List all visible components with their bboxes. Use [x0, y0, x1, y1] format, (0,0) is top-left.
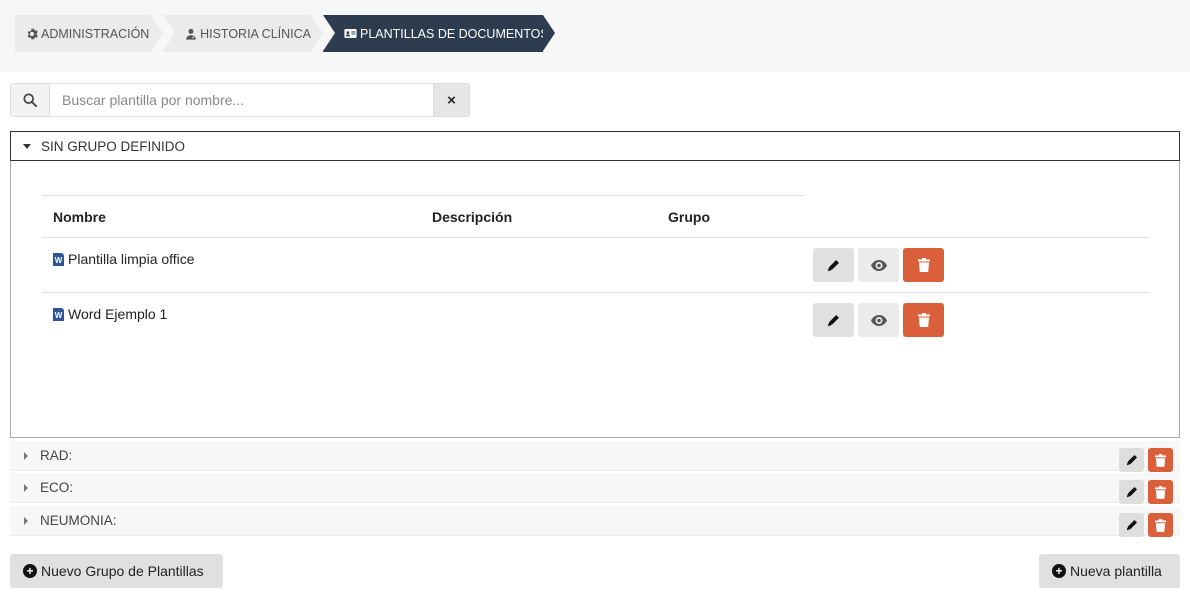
column-header-nombre: Nombre: [53, 209, 106, 225]
search-input[interactable]: [50, 84, 433, 116]
trash-icon: [1155, 453, 1166, 467]
new-group-button[interactable]: + Nuevo Grupo de Plantillas: [10, 554, 223, 588]
delete-group-button[interactable]: [1148, 513, 1173, 537]
delete-group-button[interactable]: [1148, 480, 1173, 504]
group-label: NEUMONIA:: [40, 513, 117, 528]
column-header-descripcion: Descripción: [432, 209, 513, 225]
pencil-icon: [827, 259, 839, 271]
trash-icon: [917, 258, 930, 272]
breadcrumb-plantillas-documentos[interactable]: PLANTILLAS DE DOCUMENTOS: [323, 15, 555, 52]
gear-icon: [25, 27, 38, 40]
group-label: RAD:: [40, 448, 73, 463]
group-title: SIN GRUPO DEFINIDO: [41, 138, 186, 154]
new-template-button[interactable]: + Nueva plantilla: [1039, 554, 1180, 588]
view-template-button[interactable]: [858, 248, 899, 282]
edit-group-button[interactable]: [1119, 448, 1144, 472]
edit-group-button[interactable]: [1119, 513, 1144, 537]
search-bar: ×: [10, 83, 470, 117]
eye-icon: [870, 259, 887, 271]
template-name: Plantilla limpia office: [68, 251, 195, 267]
edit-template-button[interactable]: [813, 303, 854, 337]
template-name: Word Ejemplo 1: [68, 306, 168, 322]
caret-down-icon: [23, 143, 31, 149]
pencil-icon: [1126, 519, 1137, 531]
table-row: W Word Ejemplo 1: [53, 306, 167, 322]
group-row-rad[interactable]: RAD:: [10, 441, 1180, 471]
top-bar: ADMINISTRACIÓN HISTORIA CLÍNICA PLANTILL…: [0, 0, 1190, 72]
trash-icon: [917, 313, 930, 327]
view-template-button[interactable]: [858, 303, 899, 337]
row-divider: [42, 237, 1149, 238]
caret-right-icon: [24, 516, 28, 525]
breadcrumb-administracion[interactable]: ADMINISTRACIÓN: [15, 15, 163, 52]
edit-group-button[interactable]: [1119, 480, 1144, 504]
pencil-icon: [1126, 486, 1137, 498]
clear-search-button[interactable]: ×: [433, 84, 469, 116]
trash-icon: [1155, 518, 1166, 532]
breadcrumb-historia-clinica[interactable]: HISTORIA CLÍNICA: [163, 15, 323, 52]
breadcrumb-label: ADMINISTRACIÓN: [41, 26, 150, 41]
search-icon[interactable]: [11, 84, 50, 116]
new-group-label: Nuevo Grupo de Plantillas: [41, 563, 204, 579]
column-header-grupo: Grupo: [668, 209, 710, 225]
group-row-neumonia[interactable]: NEUMONIA:: [10, 506, 1180, 536]
eye-icon: [870, 314, 887, 326]
breadcrumb-label: PLANTILLAS DE DOCUMENTOS: [360, 26, 549, 41]
user-doctor-icon: [185, 27, 197, 40]
group-row-eco[interactable]: ECO:: [10, 473, 1180, 503]
table-top-divider: [42, 195, 804, 196]
edit-template-button[interactable]: [813, 248, 854, 282]
group-label: ECO:: [40, 480, 74, 495]
plus-circle-icon: +: [1052, 564, 1066, 578]
breadcrumb-label: HISTORIA CLÍNICA: [200, 26, 311, 41]
delete-template-button[interactable]: [903, 303, 944, 337]
plus-circle-icon: +: [23, 564, 37, 578]
row-divider: [42, 292, 1149, 293]
delete-template-button[interactable]: [903, 248, 944, 282]
new-template-label: Nueva plantilla: [1070, 563, 1162, 579]
table-row: W Plantilla limpia office: [53, 251, 195, 267]
word-file-icon: W: [53, 252, 64, 266]
pencil-icon: [1126, 454, 1137, 466]
pencil-icon: [827, 314, 839, 326]
group-panel-sin-grupo: SIN GRUPO DEFINIDO Nombre Descripción Gr…: [10, 131, 1180, 438]
caret-right-icon: [24, 451, 28, 460]
caret-right-icon: [24, 483, 28, 492]
group-header[interactable]: SIN GRUPO DEFINIDO: [10, 131, 1180, 161]
id-card-icon: [344, 27, 357, 40]
close-icon: ×: [447, 91, 456, 109]
trash-icon: [1155, 485, 1166, 499]
delete-group-button[interactable]: [1148, 448, 1173, 472]
word-file-icon: W: [53, 307, 64, 321]
